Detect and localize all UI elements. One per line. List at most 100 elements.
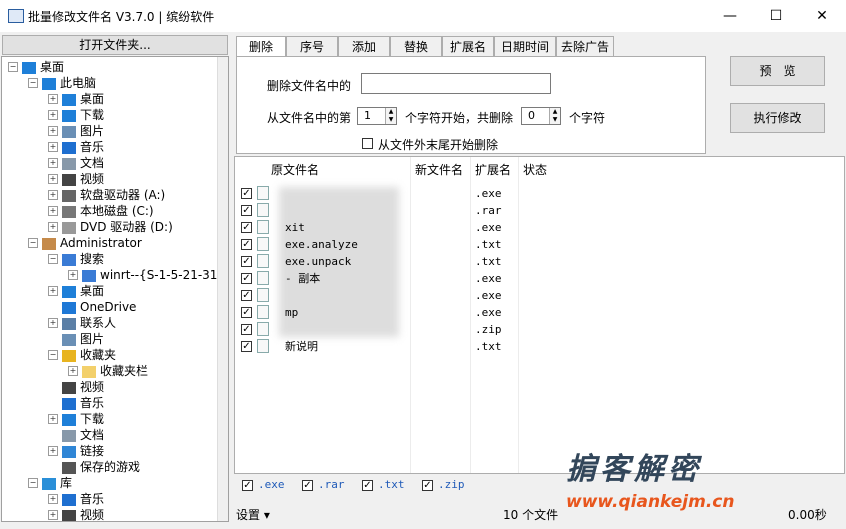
- tree-expander[interactable]: +: [48, 286, 58, 296]
- file-row-checkbox[interactable]: ✓: [241, 256, 252, 267]
- tree-node[interactable]: 音乐: [62, 395, 104, 411]
- file-row[interactable]: ✓ exe.unpack .txt: [235, 253, 844, 270]
- tree-expander[interactable]: +: [48, 318, 58, 328]
- tree-expander[interactable]: −: [48, 254, 58, 264]
- tree-node[interactable]: DVD 驱动器 (D:): [62, 219, 173, 235]
- header-original-name[interactable]: 原文件名: [235, 157, 411, 183]
- file-row-checkbox[interactable]: ✓: [241, 205, 252, 216]
- file-row[interactable]: ✓ - 副本 .exe: [235, 270, 844, 287]
- tree-node[interactable]: OneDrive: [62, 299, 136, 315]
- file-list[interactable]: 原文件名 新文件名 扩展名 状态 ✓ .exe ✓ .rar ✓ xit .exe ✓ exe.…: [234, 156, 845, 474]
- tree-expander[interactable]: +: [48, 158, 58, 168]
- minimize-button[interactable]: —: [707, 0, 753, 32]
- tree-node[interactable]: winrt--{S-1-5-21-31: [82, 267, 217, 283]
- tree-expander[interactable]: +: [48, 94, 58, 104]
- tree-node[interactable]: 视频: [62, 379, 104, 395]
- file-row-checkbox[interactable]: ✓: [241, 273, 252, 284]
- tree-node[interactable]: 此电脑: [42, 75, 96, 91]
- maximize-button[interactable]: ☐: [753, 0, 799, 32]
- file-row-checkbox[interactable]: ✓: [241, 341, 252, 352]
- tab-3[interactable]: 替换: [390, 36, 442, 56]
- tree-node[interactable]: 桌面: [62, 283, 104, 299]
- folder-tree[interactable]: − 桌面 − 此电脑 + 桌面 + 下载 + 图片 + 音乐 + 文档 + 视频 + 软盘驱动器 (A:) + 本地磁…: [1, 56, 229, 522]
- tree-expander[interactable]: +: [48, 190, 58, 200]
- tree-node[interactable]: 桌面: [22, 59, 64, 75]
- file-row-checkbox[interactable]: ✓: [241, 324, 252, 335]
- filter-checkbox[interactable]: ✓: [242, 480, 253, 491]
- tree-node[interactable]: 搜索: [62, 251, 104, 267]
- tree-node[interactable]: 软盘驱动器 (A:): [62, 187, 165, 203]
- file-row-checkbox[interactable]: ✓: [241, 188, 252, 199]
- file-row[interactable]: ✓ .rar: [235, 202, 844, 219]
- tree-expander[interactable]: −: [28, 78, 38, 88]
- delete-text-input[interactable]: [361, 73, 551, 94]
- spinner-arrows-icon[interactable]: ▲ ▼: [549, 108, 560, 124]
- file-row[interactable]: ✓ .exe: [235, 185, 844, 202]
- tree-expander[interactable]: +: [48, 174, 58, 184]
- tree-node[interactable]: 保存的游戏: [62, 459, 140, 475]
- header-new-name[interactable]: 新文件名: [411, 157, 471, 183]
- tree-scrollbar[interactable]: [217, 57, 228, 521]
- tree-expander[interactable]: +: [48, 126, 58, 136]
- tree-node[interactable]: 视频: [62, 171, 104, 187]
- tree-node[interactable]: 收藏夹: [62, 347, 116, 363]
- file-row-checkbox[interactable]: ✓: [241, 222, 252, 233]
- file-row[interactable]: ✓ .exe: [235, 287, 844, 304]
- tree-expander[interactable]: +: [68, 270, 78, 280]
- preview-button[interactable]: 预 览: [730, 56, 825, 86]
- tree-expander[interactable]: −: [28, 238, 38, 248]
- file-row[interactable]: ✓ mp .exe: [235, 304, 844, 321]
- tree-expander[interactable]: +: [48, 206, 58, 216]
- tree-expander[interactable]: +: [48, 446, 58, 456]
- video-icon: [62, 381, 76, 394]
- file-row[interactable]: ✓ xit .exe: [235, 219, 844, 236]
- tree-node[interactable]: 库: [42, 475, 72, 491]
- tree-node[interactable]: 联系人: [62, 315, 116, 331]
- from-end-checkbox[interactable]: [362, 138, 373, 149]
- tab-1[interactable]: 序号: [286, 36, 338, 56]
- tree-expander[interactable]: +: [48, 222, 58, 232]
- spinner-arrows-icon[interactable]: ▲ ▼: [385, 108, 396, 124]
- tree-node[interactable]: 本地磁盘 (C:): [62, 203, 154, 219]
- header-status[interactable]: 状态: [519, 157, 844, 183]
- close-button[interactable]: ✕: [799, 0, 845, 32]
- tree-expander[interactable]: +: [68, 366, 78, 376]
- tree-expander[interactable]: −: [8, 62, 18, 72]
- tree-node[interactable]: Administrator: [42, 235, 142, 251]
- tree-expander[interactable]: +: [48, 414, 58, 424]
- delete-count-spinner[interactable]: 0 ▲ ▼: [521, 107, 561, 125]
- tree-node[interactable]: 桌面: [62, 91, 104, 107]
- file-row-checkbox[interactable]: ✓: [241, 307, 252, 318]
- tree-node[interactable]: 图片: [62, 123, 104, 139]
- open-folder-button[interactable]: 打开文件夹...: [2, 35, 228, 55]
- tab-5[interactable]: 日期时间: [494, 36, 556, 56]
- settings-menu[interactable]: 设置 ▾: [236, 506, 270, 523]
- tree-expander[interactable]: −: [48, 350, 58, 360]
- tree-node[interactable]: 下载: [62, 107, 104, 123]
- header-extension[interactable]: 扩展名: [471, 157, 519, 183]
- start-position-spinner[interactable]: 1 ▲ ▼: [357, 107, 397, 125]
- tab-6[interactable]: 去除广告: [556, 36, 614, 56]
- filter-checkbox[interactable]: ✓: [362, 480, 373, 491]
- tab-0[interactable]: 删除: [236, 36, 286, 58]
- file-row[interactable]: ✓ exe.analyze .txt: [235, 236, 844, 253]
- file-row-checkbox[interactable]: ✓: [241, 290, 252, 301]
- filter-checkbox[interactable]: ✓: [302, 480, 313, 491]
- tree-node[interactable]: 下载: [62, 411, 104, 427]
- file-row[interactable]: ✓ 新说明 .txt: [235, 338, 844, 355]
- tree-node[interactable]: 收藏夹栏: [82, 363, 148, 379]
- tree-node[interactable]: 链接: [62, 443, 104, 459]
- tree-expander[interactable]: +: [48, 110, 58, 120]
- tab-4[interactable]: 扩展名: [442, 36, 494, 56]
- tree-expander[interactable]: +: [48, 142, 58, 152]
- filter-checkbox[interactable]: ✓: [422, 480, 433, 491]
- tab-2[interactable]: 添加: [338, 36, 390, 56]
- tree-node[interactable]: 文档: [62, 427, 104, 443]
- file-row-checkbox[interactable]: ✓: [241, 239, 252, 250]
- tree-node[interactable]: 图片: [62, 331, 104, 347]
- tree-expander[interactable]: −: [28, 478, 38, 488]
- tree-node[interactable]: 音乐: [62, 139, 104, 155]
- file-row[interactable]: ✓ .zip: [235, 321, 844, 338]
- tree-node[interactable]: 文档: [62, 155, 104, 171]
- execute-button[interactable]: 执行修改: [730, 103, 825, 133]
